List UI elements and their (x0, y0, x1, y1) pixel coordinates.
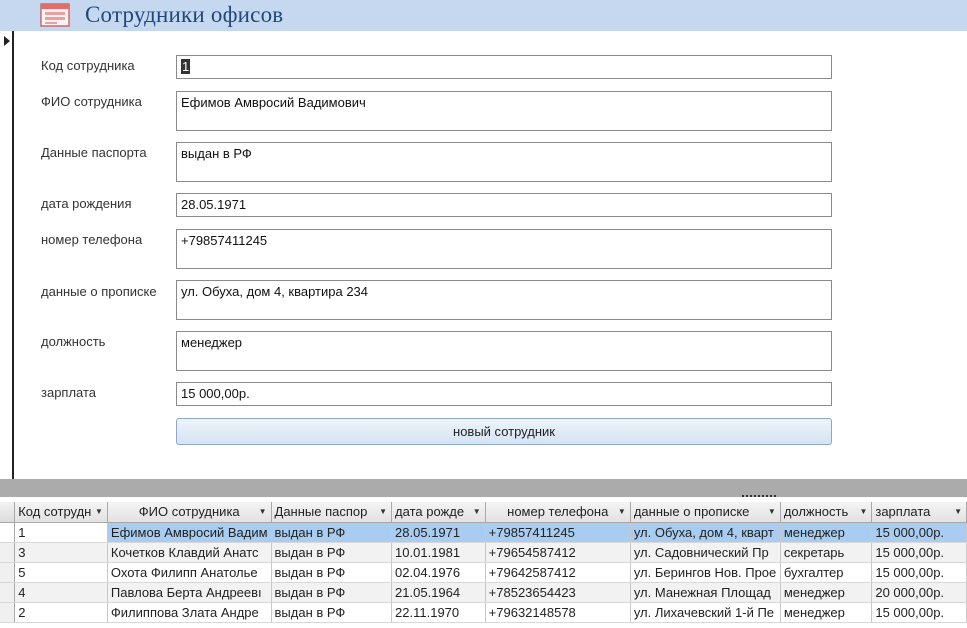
cell-phone[interactable]: +79642587412 (485, 562, 631, 583)
field-phone[interactable]: +79857411245 (176, 229, 832, 269)
column-header-position[interactable]: должность ▼ (780, 502, 873, 523)
table-row[interactable]: 1 Ефимов Амвросий Вадим выдан в РФ 28.05… (0, 522, 967, 543)
cell-fio[interactable]: Кочетков Клавдий Анатс (107, 542, 272, 563)
datasheet: Код сотрудн ▼ ФИО сотрудника ▼ Данные пасп… (0, 497, 967, 628)
table-row[interactable]: 4 Павлова Берта Андреевı выдан в РФ 21.0… (0, 582, 967, 603)
label-fio: ФИО сотрудника (41, 94, 142, 109)
cell-phone[interactable]: +79632148578 (485, 602, 631, 623)
cell-phone[interactable]: +79857411245 (485, 522, 631, 543)
cell-position[interactable]: менеджер (780, 582, 873, 603)
cell-position[interactable]: бухгалтер (780, 562, 873, 583)
cell-birth[interactable]: 10.01.1981 (391, 542, 486, 563)
column-header-birth[interactable]: дата рожде ▼ (391, 502, 486, 523)
field-birth[interactable]: 28.05.1971 (176, 193, 832, 217)
field-passport[interactable]: выдан в РФ (176, 142, 832, 182)
cell-fio[interactable]: Ефимов Амвросий Вадим (107, 522, 272, 543)
row-selector[interactable] (0, 542, 16, 563)
label-id: Код сотрудника (41, 58, 135, 73)
field-position[interactable]: менеджер (176, 331, 832, 371)
label-position: должность (41, 334, 106, 349)
cell-phone[interactable]: +79654587412 (485, 542, 631, 563)
datasheet-table: Код сотрудн ▼ ФИО сотрудника ▼ Данные пасп… (0, 502, 967, 623)
cell-passport[interactable]: выдан в РФ (271, 602, 393, 623)
cell-birth[interactable]: 02.04.1976 (391, 562, 486, 583)
cell-birth[interactable]: 21.05.1964 (391, 582, 486, 603)
column-header-fio[interactable]: ФИО сотрудника ▼ (107, 502, 272, 523)
new-employee-button[interactable]: новый сотрудник (176, 418, 832, 445)
row-selector[interactable] (0, 562, 16, 583)
field-salary[interactable]: 15 000,00р. (176, 382, 832, 406)
cell-id[interactable]: 2 (14, 602, 108, 623)
sort-dropdown-icon[interactable]: ▼ (954, 502, 962, 521)
table-row[interactable]: 2 Филиппова Злата Андре выдан в РФ 22.11… (0, 602, 967, 623)
cell-birth[interactable]: 28.05.1971 (391, 522, 486, 543)
cell-position[interactable]: менеджер (780, 602, 873, 623)
column-header-passport[interactable]: Данные паспор ▼ (271, 502, 393, 523)
cell-address[interactable]: ул. Садовнический Пр (630, 542, 781, 563)
cell-address[interactable]: ул. Берингов Нов. Прое (630, 562, 781, 583)
cell-position[interactable]: секретарь (780, 542, 873, 563)
record-selector[interactable] (0, 31, 14, 479)
cell-passport[interactable]: выдан в РФ (271, 582, 393, 603)
sort-dropdown-icon[interactable]: ▼ (473, 502, 481, 521)
field-id[interactable]: 1 (176, 55, 832, 79)
column-header-address[interactable]: данные о прописке ▼ (630, 502, 781, 523)
current-record-arrow-icon (4, 36, 10, 46)
cell-birth[interactable]: 22.11.1970 (391, 602, 486, 623)
cell-salary[interactable]: 15 000,00р. (871, 562, 967, 583)
row-selector[interactable] (0, 522, 16, 543)
cell-id[interactable]: 3 (14, 542, 108, 563)
cell-fio[interactable]: Охота Филипп Анатолье (107, 562, 272, 583)
sort-dropdown-icon[interactable]: ▼ (618, 502, 626, 521)
cell-fio[interactable]: Павлова Берта Андреевı (107, 582, 272, 603)
field-fio[interactable]: Ефимов Амвросий Вадимович (176, 91, 832, 131)
sort-dropdown-icon[interactable]: ▼ (95, 502, 103, 521)
select-all-cell[interactable] (0, 502, 16, 523)
cell-id[interactable]: 5 (14, 562, 108, 583)
cell-salary[interactable]: 15 000,00р. (871, 602, 967, 623)
cell-salary[interactable]: 15 000,00р. (871, 542, 967, 563)
form-header: Сотрудники офисов (0, 0, 967, 31)
cell-address[interactable]: ул. Манежная Площад (630, 582, 781, 603)
form-icon (40, 3, 70, 27)
cell-address[interactable]: ул. Лихачевский 1-й Пе (630, 602, 781, 623)
table-row[interactable]: 5 Охота Филипп Анатолье выдан в РФ 02.04… (0, 562, 967, 583)
cell-id[interactable]: 1 (14, 522, 108, 543)
cell-salary[interactable]: 20 000,00р. (871, 582, 967, 603)
cell-salary[interactable]: 15 000,00р. (871, 522, 967, 543)
cell-passport[interactable]: выдан в РФ (271, 522, 393, 543)
row-selector[interactable] (0, 582, 16, 603)
field-id-value: 1 (181, 59, 191, 74)
form-title: Сотрудники офисов (85, 2, 284, 27)
cell-id[interactable]: 4 (14, 582, 108, 603)
cell-passport[interactable]: выдан в РФ (271, 542, 393, 563)
column-header-id[interactable]: Код сотрудн ▼ (14, 502, 108, 523)
column-header-salary[interactable]: зарплата ▼ (871, 502, 967, 523)
label-phone: номер телефона (41, 232, 143, 247)
sort-dropdown-icon[interactable]: ▼ (768, 502, 776, 521)
sort-dropdown-icon[interactable]: ▼ (259, 502, 267, 521)
label-salary: зарплата (41, 385, 97, 400)
label-birth: дата рождения (41, 196, 132, 211)
split-form-divider[interactable] (0, 479, 967, 497)
row-selector[interactable] (0, 602, 16, 623)
datasheet-header-row: Код сотрудн ▼ ФИО сотрудника ▼ Данные пасп… (0, 502, 967, 523)
cell-address[interactable]: ул. Обуха, дом 4, кварт (630, 522, 781, 543)
sort-dropdown-icon[interactable]: ▼ (859, 502, 867, 521)
sort-dropdown-icon[interactable]: ▼ (379, 502, 387, 521)
cell-passport[interactable]: выдан в РФ (271, 562, 393, 583)
field-address[interactable]: ул. Обуха, дом 4, квартира 234 (176, 280, 832, 320)
label-passport: Данные паспорта (41, 145, 147, 160)
table-row[interactable]: 3 Кочетков Клавдий Анатс выдан в РФ 10.0… (0, 542, 967, 563)
form-detail: Код сотрудника 1 ФИО сотрудника Ефимов А… (0, 31, 967, 479)
column-header-phone[interactable]: номер телефона ▼ (485, 502, 631, 523)
cell-phone[interactable]: +78523654423 (485, 582, 631, 603)
cell-position[interactable]: менеджер (780, 522, 873, 543)
label-address: данные о прописке (41, 284, 157, 299)
cell-fio[interactable]: Филиппова Злата Андре (107, 602, 272, 623)
